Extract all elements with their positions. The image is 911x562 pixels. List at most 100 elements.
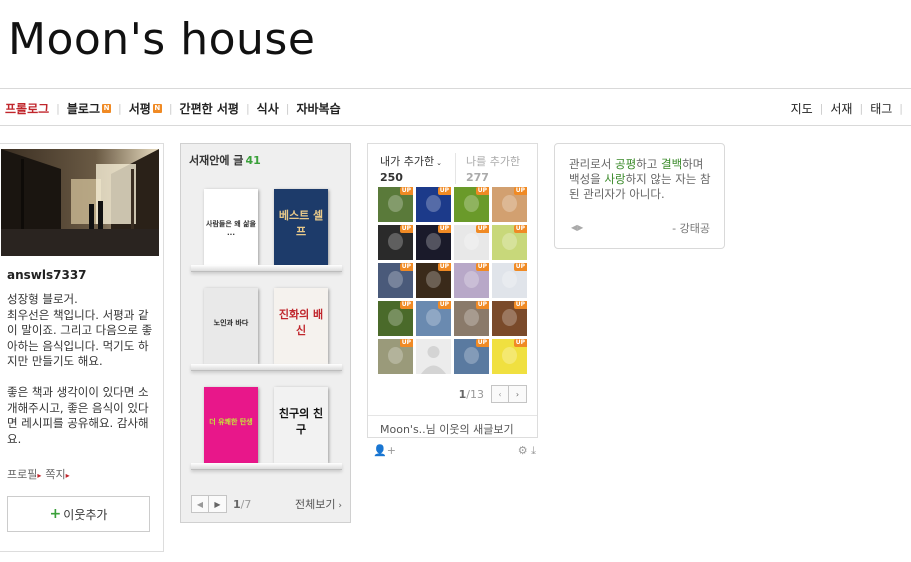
- nav-item[interactable]: 서평 N: [129, 100, 162, 117]
- neighbor-avatar[interactable]: UP: [454, 187, 489, 222]
- add-neighbor-button[interactable]: + 이웃추가: [7, 496, 150, 532]
- book-cover[interactable]: 노인과 바다: [204, 288, 258, 364]
- message-link[interactable]: 쪽지: [45, 468, 65, 481]
- neighbor-avatar[interactable]: UP: [416, 225, 451, 260]
- book-title: 진화의 배신: [278, 308, 324, 337]
- nav-item[interactable]: 태그: [870, 100, 892, 117]
- nav-item[interactable]: 간편한 서평: [180, 100, 239, 117]
- neighbor-avatar[interactable]: UP: [378, 263, 413, 298]
- quote-fragment: 관리로서: [569, 157, 615, 171]
- up-badge: UP: [399, 301, 413, 309]
- up-badge: UP: [475, 263, 489, 271]
- book-title: 사람들은 왜 삶을 ...: [206, 220, 256, 237]
- tab-added-by-me[interactable]: 내가 추가한 ⌄ 250: [380, 153, 455, 184]
- bookshelf-pager: ◀ ▶ 1/7: [191, 495, 251, 513]
- nav-separator: |: [245, 102, 250, 115]
- neighbor-avatar[interactable]: UP: [492, 263, 527, 298]
- nav-separator: |: [859, 102, 864, 115]
- up-badge: UP: [437, 187, 451, 195]
- neighbor-avatar[interactable]: UP: [492, 301, 527, 336]
- up-badge: UP: [513, 187, 527, 195]
- avatar-shape: [464, 233, 479, 250]
- bookshelf-title: 서재안에 글: [189, 154, 244, 167]
- quote-fragment: 결백: [660, 157, 683, 171]
- nav-item[interactable]: 블로그 N: [67, 100, 112, 117]
- profile-link[interactable]: 프로필: [7, 468, 37, 481]
- quote-text: 관리로서 공평하고 결백하며 백성을 사랑하지 않는 자는 참된 관리자가 아니…: [569, 157, 715, 202]
- book-title: 친구의 친구: [278, 407, 324, 436]
- neighbor-avatar[interactable]: UP: [416, 263, 451, 298]
- site-title[interactable]: Moon's house: [8, 14, 315, 65]
- profile-links: 프로필▸ 쪽지▸: [7, 466, 74, 482]
- book-cover[interactable]: 베스트 셀프: [274, 189, 328, 265]
- up-badge: UP: [513, 225, 527, 233]
- settings-download-icons[interactable]: ⚙ ⤓: [518, 444, 536, 458]
- next-page-button[interactable]: ▶: [209, 495, 227, 513]
- avatar-shape: [464, 347, 479, 364]
- book-cover[interactable]: 더 유쾌한 탄생: [204, 387, 258, 463]
- neighbors-widget: 내가 추가한 ⌄ 250 나를 추가한 277 UP UP UP UP UP UP UP UP U…: [367, 143, 538, 438]
- chevron-right-icon: ›: [335, 501, 342, 511]
- avatar-shape: [388, 347, 403, 364]
- up-badge: UP: [513, 263, 527, 271]
- add-person-icon[interactable]: 👤+: [373, 444, 396, 457]
- tab-added-me[interactable]: 나를 추가한 277: [455, 153, 530, 184]
- neighbor-avatar[interactable]: UP: [378, 301, 413, 336]
- bookshelf-widget: 서재안에 글 41 사람들은 왜 삶을 ... 베스트 셀프노인과 바다 진화의 배신…: [180, 143, 351, 523]
- neighbor-page: 1/13: [458, 387, 484, 401]
- neighbor-avatar[interactable]: UP: [492, 187, 527, 222]
- up-badge: UP: [513, 339, 527, 347]
- nav-item[interactable]: 지도: [791, 100, 813, 117]
- book-cover[interactable]: 진화의 배신: [274, 288, 328, 364]
- view-all-link[interactable]: 전체보기 ›: [295, 496, 342, 512]
- neighbor-avatar[interactable]: UP: [416, 187, 451, 222]
- book-title: 더 유쾌한 탄생: [209, 418, 253, 426]
- neighbor-avatar[interactable]: UP: [454, 339, 489, 374]
- added-me-count: 277: [466, 171, 489, 184]
- neighbor-avatar[interactable]: UP: [416, 301, 451, 336]
- neighbor-avatar[interactable]: UP: [378, 225, 413, 260]
- nav-separator: |: [168, 102, 173, 115]
- neighbor-avatar[interactable]: UP: [378, 187, 413, 222]
- shelf-board: [191, 265, 342, 272]
- nav-item[interactable]: 서재: [830, 100, 852, 117]
- nav-item[interactable]: 프롤로그: [5, 100, 49, 117]
- bookshelf-header: 서재안에 글 41: [189, 152, 261, 168]
- neighbor-avatar[interactable]: UP: [492, 339, 527, 374]
- up-badge: UP: [475, 187, 489, 195]
- neighbor-new-posts-link[interactable]: Moon's..님 이웃의 새글보기: [368, 415, 537, 437]
- avatar-shape: [388, 195, 403, 212]
- neighbor-avatar[interactable]: [416, 339, 451, 374]
- book-cover[interactable]: 사람들은 왜 삶을 ...: [204, 189, 258, 265]
- quote-fragment: 하고: [636, 157, 661, 171]
- avatar-shape: [464, 195, 479, 212]
- shelf-board: [191, 364, 342, 371]
- up-badge: UP: [399, 187, 413, 195]
- up-badge: UP: [475, 339, 489, 347]
- neighbor-pager: 1/13 ‹ ›: [459, 385, 527, 403]
- profile-id[interactable]: answls7337: [7, 268, 87, 282]
- profile-photo[interactable]: [1, 149, 159, 256]
- avatar-shape: [464, 271, 479, 288]
- profile-intro: 성장형 블로거. 최우선은 책입니다. 서평과 같이 말이죠. 그리고 다음으로…: [7, 292, 153, 446]
- neighbor-avatar[interactable]: UP: [454, 225, 489, 260]
- neighbor-avatar[interactable]: UP: [378, 339, 413, 374]
- neighbor-avatar[interactable]: UP: [492, 225, 527, 260]
- up-badge: UP: [513, 301, 527, 309]
- quote-nav-arrows[interactable]: ◀▶: [571, 223, 583, 232]
- avatar-shape: [502, 233, 517, 250]
- up-badge: UP: [437, 263, 451, 271]
- neighbor-tools: 👤+ ⚙ ⤓: [373, 444, 536, 458]
- neighbor-avatar[interactable]: UP: [454, 263, 489, 298]
- next-page-button[interactable]: ›: [509, 385, 527, 403]
- nav-item[interactable]: 자바복습: [296, 100, 340, 117]
- avatar-shape: [426, 309, 441, 326]
- chevron-down-icon: ⌄: [436, 159, 442, 167]
- book-title: 노인과 바다: [213, 319, 249, 327]
- book-cover[interactable]: 친구의 친구: [274, 387, 328, 463]
- nav-item[interactable]: 식사: [257, 100, 279, 117]
- neighbor-avatar[interactable]: UP: [454, 301, 489, 336]
- prev-page-button[interactable]: ‹: [491, 385, 509, 403]
- prev-page-button[interactable]: ◀: [191, 495, 209, 513]
- nav-left: 프롤로그 | 블로그 N | 서평 N | 간편한 서평 | 식사 | 자바복습: [5, 100, 341, 117]
